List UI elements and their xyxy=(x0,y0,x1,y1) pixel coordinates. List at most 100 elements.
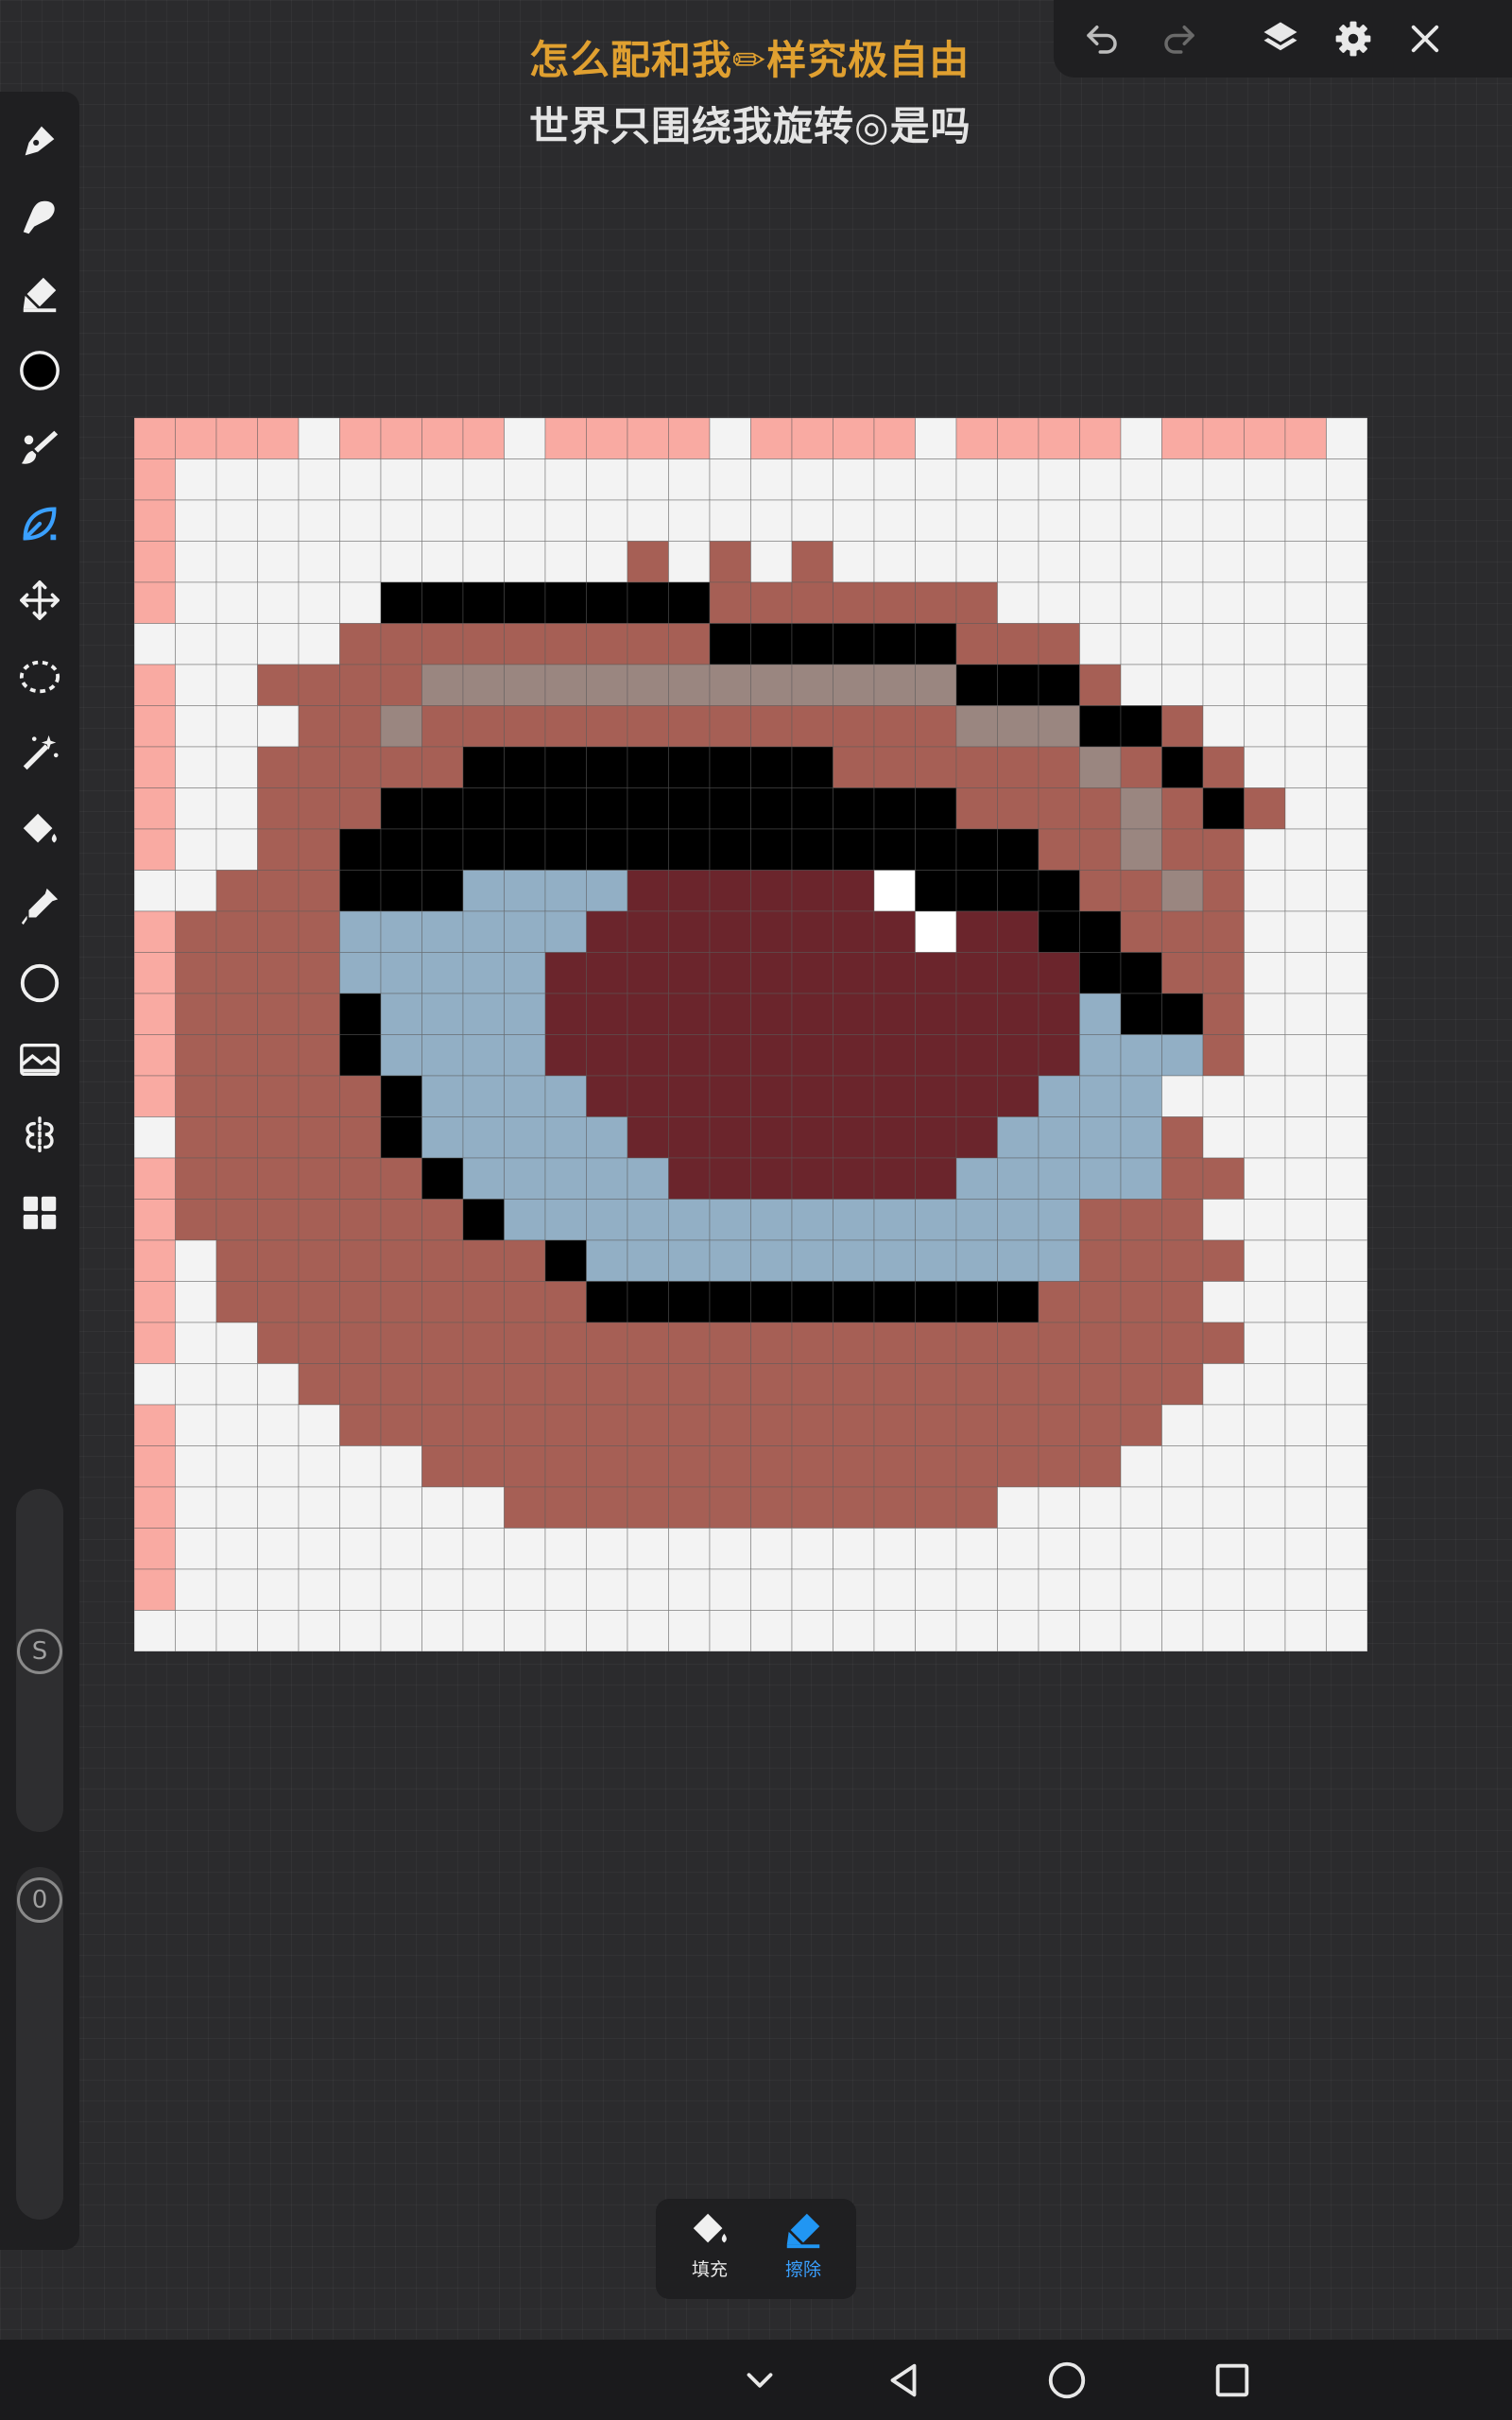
pixel-cell[interactable] xyxy=(750,623,793,666)
pixel-cell[interactable] xyxy=(915,870,957,912)
pixel-cell[interactable] xyxy=(1079,1445,1122,1488)
pixel-cell[interactable] xyxy=(339,1445,382,1488)
pixel-cell[interactable] xyxy=(1161,993,1204,1035)
pixel-cell[interactable] xyxy=(504,828,546,871)
pixel-cell[interactable] xyxy=(134,910,176,953)
pixel-cell[interactable] xyxy=(298,787,340,830)
pixel-cell[interactable] xyxy=(955,1528,998,1570)
pixel-cell[interactable] xyxy=(544,746,587,788)
pixel-cell[interactable] xyxy=(175,581,217,624)
pixel-cell[interactable] xyxy=(1202,1239,1245,1282)
pixel-cell[interactable] xyxy=(915,952,957,994)
pixel-cell[interactable] xyxy=(462,1404,505,1446)
pixel-cell[interactable] xyxy=(627,1199,669,1241)
pixel-cell[interactable] xyxy=(1079,418,1122,459)
pixel-cell[interactable] xyxy=(586,1075,628,1117)
pixel-cell[interactable] xyxy=(586,1034,628,1077)
pixel-cell[interactable] xyxy=(873,1239,916,1282)
pixel-cell[interactable] xyxy=(627,1610,669,1652)
pixel-cell[interactable] xyxy=(380,993,422,1035)
pixel-cell[interactable] xyxy=(997,1322,1040,1364)
pixel-cell[interactable] xyxy=(791,581,833,624)
pixel-cell[interactable] xyxy=(1161,705,1204,748)
pixel-cell[interactable] xyxy=(955,623,998,666)
pixel-cell[interactable] xyxy=(1038,1486,1080,1529)
pixel-cell[interactable] xyxy=(339,1568,382,1611)
pixel-cell[interactable] xyxy=(586,1445,628,1488)
pixel-cell[interactable] xyxy=(1284,870,1327,912)
pixel-cell[interactable] xyxy=(215,1445,258,1488)
pixel-cell[interactable] xyxy=(668,1281,711,1323)
pixel-cell[interactable] xyxy=(833,1281,875,1323)
pixel-cell[interactable] xyxy=(668,1239,711,1282)
pixel-cell[interactable] xyxy=(339,787,382,830)
pixel-cell[interactable] xyxy=(1284,828,1327,871)
pixel-cell[interactable] xyxy=(1244,623,1286,666)
erase-button[interactable]: 擦除 xyxy=(761,2208,846,2293)
pixel-cell[interactable] xyxy=(215,499,258,542)
pixel-cell[interactable] xyxy=(750,418,793,459)
pixel-cell[interactable] xyxy=(873,870,916,912)
pixel-cell[interactable] xyxy=(997,1363,1040,1406)
pixel-cell[interactable] xyxy=(955,1322,998,1364)
pixel-cell[interactable] xyxy=(873,1363,916,1406)
pixel-cell[interactable] xyxy=(1202,418,1245,459)
pixel-cell[interactable] xyxy=(1038,541,1080,583)
pixel-cell[interactable] xyxy=(1120,910,1162,953)
pixel-cell[interactable] xyxy=(175,1281,217,1323)
pixel-cell[interactable] xyxy=(298,1568,340,1611)
pixel-cell[interactable] xyxy=(1079,458,1122,501)
pixel-cell[interactable] xyxy=(791,1445,833,1488)
lasso-tool[interactable] xyxy=(9,647,70,707)
pixel-cell[interactable] xyxy=(833,910,875,953)
pixel-cell[interactable] xyxy=(1326,581,1368,624)
pixel-cell[interactable] xyxy=(997,1445,1040,1488)
pixel-cell[interactable] xyxy=(257,1486,300,1529)
pixel-cell[interactable] xyxy=(1120,787,1162,830)
pixel-cell[interactable] xyxy=(462,1199,505,1241)
pixel-cell[interactable] xyxy=(421,1445,464,1488)
pixel-cell[interactable] xyxy=(1326,746,1368,788)
pixel-cell[interactable] xyxy=(833,623,875,666)
pixel-cell[interactable] xyxy=(915,746,957,788)
pixel-cell[interactable] xyxy=(915,1363,957,1406)
pixel-cell[interactable] xyxy=(791,499,833,542)
pixel-cell[interactable] xyxy=(586,787,628,830)
pixel-cell[interactable] xyxy=(134,1199,176,1241)
pixel-cell[interactable] xyxy=(1202,1528,1245,1570)
pixel-cell[interactable] xyxy=(873,1568,916,1611)
pixel-cell[interactable] xyxy=(668,1034,711,1077)
pixel-cell[interactable] xyxy=(504,1281,546,1323)
pixel-cell[interactable] xyxy=(215,952,258,994)
pixel-cell[interactable] xyxy=(462,952,505,994)
pixel-cell[interactable] xyxy=(873,828,916,871)
pixel-cell[interactable] xyxy=(833,1445,875,1488)
pixel-cell[interactable] xyxy=(955,1199,998,1241)
pixel-cell[interactable] xyxy=(380,458,422,501)
pixel-cell[interactable] xyxy=(668,1404,711,1446)
pixel-cell[interactable] xyxy=(215,1199,258,1241)
pixel-cell[interactable] xyxy=(257,499,300,542)
pixel-cell[interactable] xyxy=(586,1116,628,1159)
pixel-cell[interactable] xyxy=(1038,1075,1080,1117)
pixel-cell[interactable] xyxy=(586,1610,628,1652)
pixel-cell[interactable] xyxy=(1202,705,1245,748)
pixel-cell[interactable] xyxy=(421,828,464,871)
pixel-cell[interactable] xyxy=(668,1568,711,1611)
pixel-cell[interactable] xyxy=(997,1199,1040,1241)
pixel-cell[interactable] xyxy=(298,1445,340,1488)
pixel-cell[interactable] xyxy=(915,581,957,624)
pixel-cell[interactable] xyxy=(833,581,875,624)
pixel-cell[interactable] xyxy=(1244,1157,1286,1200)
pixel-cell[interactable] xyxy=(339,664,382,706)
pixel-cell[interactable] xyxy=(421,870,464,912)
pixel-cell[interactable] xyxy=(298,1404,340,1446)
pixel-cell[interactable] xyxy=(1284,1528,1327,1570)
pixel-cell[interactable] xyxy=(257,1404,300,1446)
pixel-cell[interactable] xyxy=(1244,1322,1286,1364)
pixel-cell[interactable] xyxy=(421,1363,464,1406)
pixel-cell[interactable] xyxy=(134,746,176,788)
pixel-cell[interactable] xyxy=(1120,705,1162,748)
pixel-cell[interactable] xyxy=(1326,787,1368,830)
pixel-cell[interactable] xyxy=(791,1322,833,1364)
